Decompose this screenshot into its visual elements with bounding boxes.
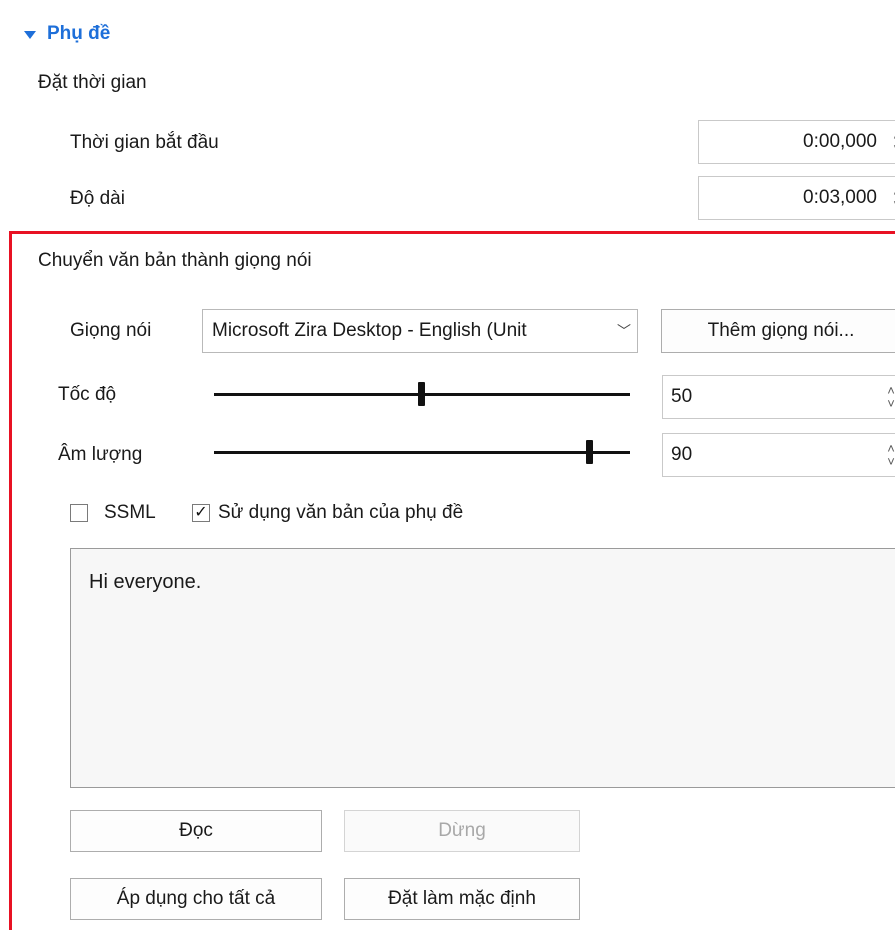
ssml-label[interactable]: SSML (104, 502, 156, 524)
speed-slider[interactable] (214, 382, 630, 406)
tts-text-area[interactable]: Hi everyone. (70, 548, 895, 788)
volume-value[interactable]: 90 (663, 444, 881, 466)
read-button[interactable]: Đọc (70, 810, 322, 852)
duration-value[interactable]: 0:03,000 (699, 187, 887, 209)
duration-spinbox[interactable]: 0:03,000 ˄˅ (698, 176, 895, 220)
tts-heading: Chuyển văn bản thành giọng nói (38, 250, 312, 271)
section-title: Phụ đề (47, 23, 111, 44)
voice-label: Giọng nói (70, 320, 152, 341)
spin-arrows-icon[interactable]: ˄˅ (881, 434, 895, 476)
spin-arrows-icon[interactable]: ˄˅ (887, 121, 895, 163)
checkmark-icon: ✓ (194, 504, 208, 521)
start-time-value[interactable]: 0:00,000 (699, 131, 887, 153)
spin-arrows-icon[interactable]: ˄˅ (881, 376, 895, 418)
volume-slider-track[interactable] (214, 451, 630, 454)
collapse-triangle-icon[interactable] (24, 31, 36, 39)
use-subtitle-checkbox-row[interactable]: ✓ Sử dụng văn bản của phụ đề (192, 502, 463, 524)
set-default-button[interactable]: Đặt làm mặc định (344, 878, 580, 920)
volume-spinbox[interactable]: 90 ˄ ˅ (662, 433, 895, 477)
speed-label: Tốc độ (58, 384, 117, 405)
ssml-checkbox[interactable] (70, 504, 88, 522)
chevron-down-icon[interactable]: ﹀ (611, 321, 637, 341)
tts-text[interactable]: Hi everyone. (89, 571, 201, 593)
speed-slider-thumb[interactable] (418, 382, 425, 406)
spin-arrows-icon[interactable]: ˄˅ (887, 177, 895, 219)
add-voice-button[interactable]: Thêm giọng nói... (661, 309, 895, 353)
timing-heading: Đặt thời gian (38, 72, 147, 93)
volume-label: Âm lượng (58, 444, 143, 465)
volume-slider-thumb[interactable] (586, 440, 593, 464)
section-header-subtitle[interactable]: Phụ đề (24, 20, 110, 48)
apply-all-button[interactable]: Áp dụng cho tất cả (70, 878, 322, 920)
speed-value[interactable]: 50 (663, 386, 881, 408)
use-subtitle-label[interactable]: Sử dụng văn bản của phụ đề (218, 502, 463, 524)
use-subtitle-checkbox[interactable]: ✓ (192, 504, 210, 522)
ssml-checkbox-row[interactable]: SSML (70, 502, 156, 524)
voice-dropdown[interactable]: Microsoft Zira Desktop - English (Unit ﹀ (202, 309, 638, 353)
start-time-label: Thời gian bắt đầu (70, 132, 219, 153)
stop-button[interactable]: Dừng (344, 810, 580, 852)
speed-spinbox[interactable]: 50 ˄ ˅ (662, 375, 895, 419)
volume-slider[interactable] (214, 440, 630, 464)
start-time-spinbox[interactable]: 0:00,000 ˄˅ (698, 120, 895, 164)
voice-value[interactable]: Microsoft Zira Desktop - English (Unit (203, 320, 611, 342)
duration-label: Độ dài (70, 188, 125, 209)
